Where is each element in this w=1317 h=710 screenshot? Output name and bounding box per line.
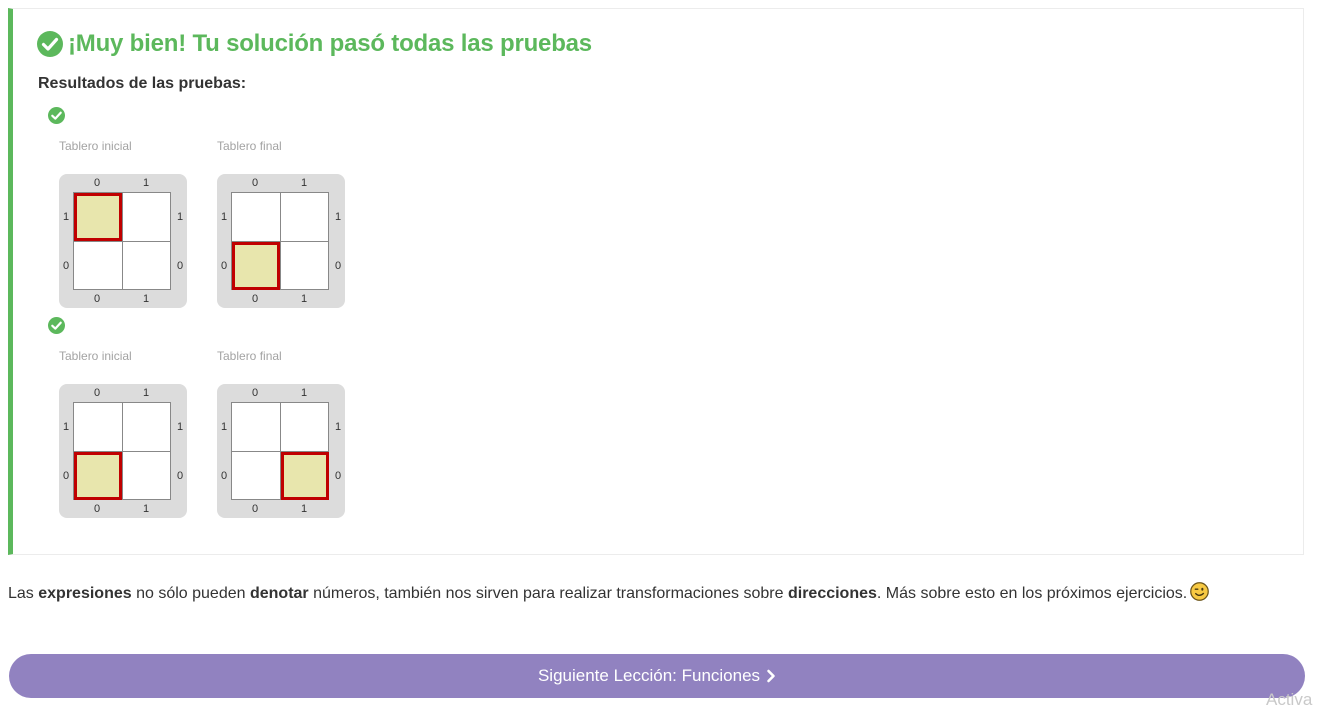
- chevron-right-icon: [767, 669, 775, 683]
- column-label: 0: [251, 387, 259, 399]
- wink-emoji-icon: [1190, 582, 1210, 601]
- row-label: 1: [176, 421, 184, 433]
- column-label: 1: [300, 177, 308, 189]
- board-head: [74, 193, 122, 241]
- activation-watermark: Activa: [1266, 690, 1313, 709]
- result-panel: ¡Muy bien! Tu solución pasó todas las pr…: [8, 8, 1304, 555]
- board-caption: Tablero inicial: [59, 349, 132, 363]
- explanation-text: Las expresiones no sólo pueden denotar n…: [8, 582, 1308, 603]
- board-caption: Tablero inicial: [59, 139, 132, 153]
- keyword-expresiones: expresiones: [38, 585, 132, 602]
- row-label: 1: [62, 211, 70, 223]
- column-label: 0: [93, 387, 101, 399]
- explanation-part: . Más sobre esto en los próximos ejercic…: [876, 585, 1188, 602]
- column-label: 0: [251, 177, 259, 189]
- row-label: 1: [334, 211, 342, 223]
- row-label: 0: [220, 260, 228, 272]
- result-title: ¡Muy bien! Tu solución pasó todas las pr…: [37, 30, 592, 58]
- board-grid: [231, 402, 329, 500]
- keyword-direcciones: direcciones: [787, 585, 877, 602]
- board-grid: [73, 402, 171, 500]
- final-board: Tablero final 0 1 0 1 1 0 1 0: [217, 349, 347, 519]
- board: 0 1 0 1 1 0 1 0: [217, 384, 345, 518]
- board-caption: Tablero final: [217, 349, 282, 363]
- row-label: 1: [176, 211, 184, 223]
- board-grid: [73, 192, 171, 290]
- row-label: 0: [62, 260, 70, 272]
- row-label: 0: [176, 260, 184, 272]
- column-label: 0: [93, 503, 101, 515]
- final-board: Tablero final 0 1 0 1 1 0 1 0: [217, 139, 347, 309]
- column-label: 1: [300, 293, 308, 305]
- test-result: Tablero inicial 0 1 0 1 1 0 1 0 Tablero …: [13, 107, 413, 317]
- column-label: 1: [300, 503, 308, 515]
- column-label: 1: [142, 503, 150, 515]
- column-label: 0: [251, 293, 259, 305]
- initial-board: Tablero inicial 0 1 0 1 1 0 1 0: [59, 139, 189, 309]
- board: 0 1 0 1 1 0 1 0: [217, 174, 345, 308]
- result-title-text: ¡Muy bien! Tu solución pasó todas las pr…: [68, 30, 592, 57]
- initial-board: Tablero inicial 0 1 0 1 1 0 1 0: [59, 349, 189, 519]
- board-grid: [231, 192, 329, 290]
- row-label: 1: [62, 421, 70, 433]
- next-lesson-label: Siguiente Lección: Funciones: [537, 666, 761, 685]
- column-label: 1: [142, 387, 150, 399]
- explanation-part: números, también nos sirven para realiza…: [308, 585, 788, 602]
- check-circle-icon: [48, 107, 65, 124]
- board: 0 1 0 1 1 0 1 0: [59, 384, 187, 518]
- keyword-denotar: denotar: [249, 585, 309, 602]
- row-label: 0: [334, 470, 342, 482]
- board: 0 1 0 1 1 0 1 0: [59, 174, 187, 308]
- test-results-label: Resultados de las pruebas:: [38, 75, 247, 92]
- column-label: 0: [93, 177, 101, 189]
- column-label: 1: [142, 293, 150, 305]
- explanation-part: no sólo pueden: [131, 585, 250, 602]
- check-circle-icon: [48, 317, 65, 334]
- row-label: 0: [334, 260, 342, 272]
- board-caption: Tablero final: [217, 139, 282, 153]
- next-lesson-button[interactable]: Siguiente Lección: Funciones: [9, 654, 1305, 698]
- board-head: [74, 452, 122, 500]
- explanation-part: Las: [8, 585, 39, 602]
- row-label: 0: [62, 470, 70, 482]
- check-circle-icon: [37, 31, 63, 57]
- board-head: [232, 242, 280, 290]
- test-result: Tablero inicial 0 1 0 1 1 0 1 0 Tablero …: [13, 317, 413, 527]
- row-label: 1: [220, 421, 228, 433]
- row-label: 1: [334, 421, 342, 433]
- row-label: 0: [176, 470, 184, 482]
- column-label: 1: [300, 387, 308, 399]
- row-label: 0: [220, 470, 228, 482]
- column-label: 0: [93, 293, 101, 305]
- row-label: 1: [220, 211, 228, 223]
- column-label: 0: [251, 503, 259, 515]
- board-head: [281, 452, 329, 500]
- column-label: 1: [142, 177, 150, 189]
